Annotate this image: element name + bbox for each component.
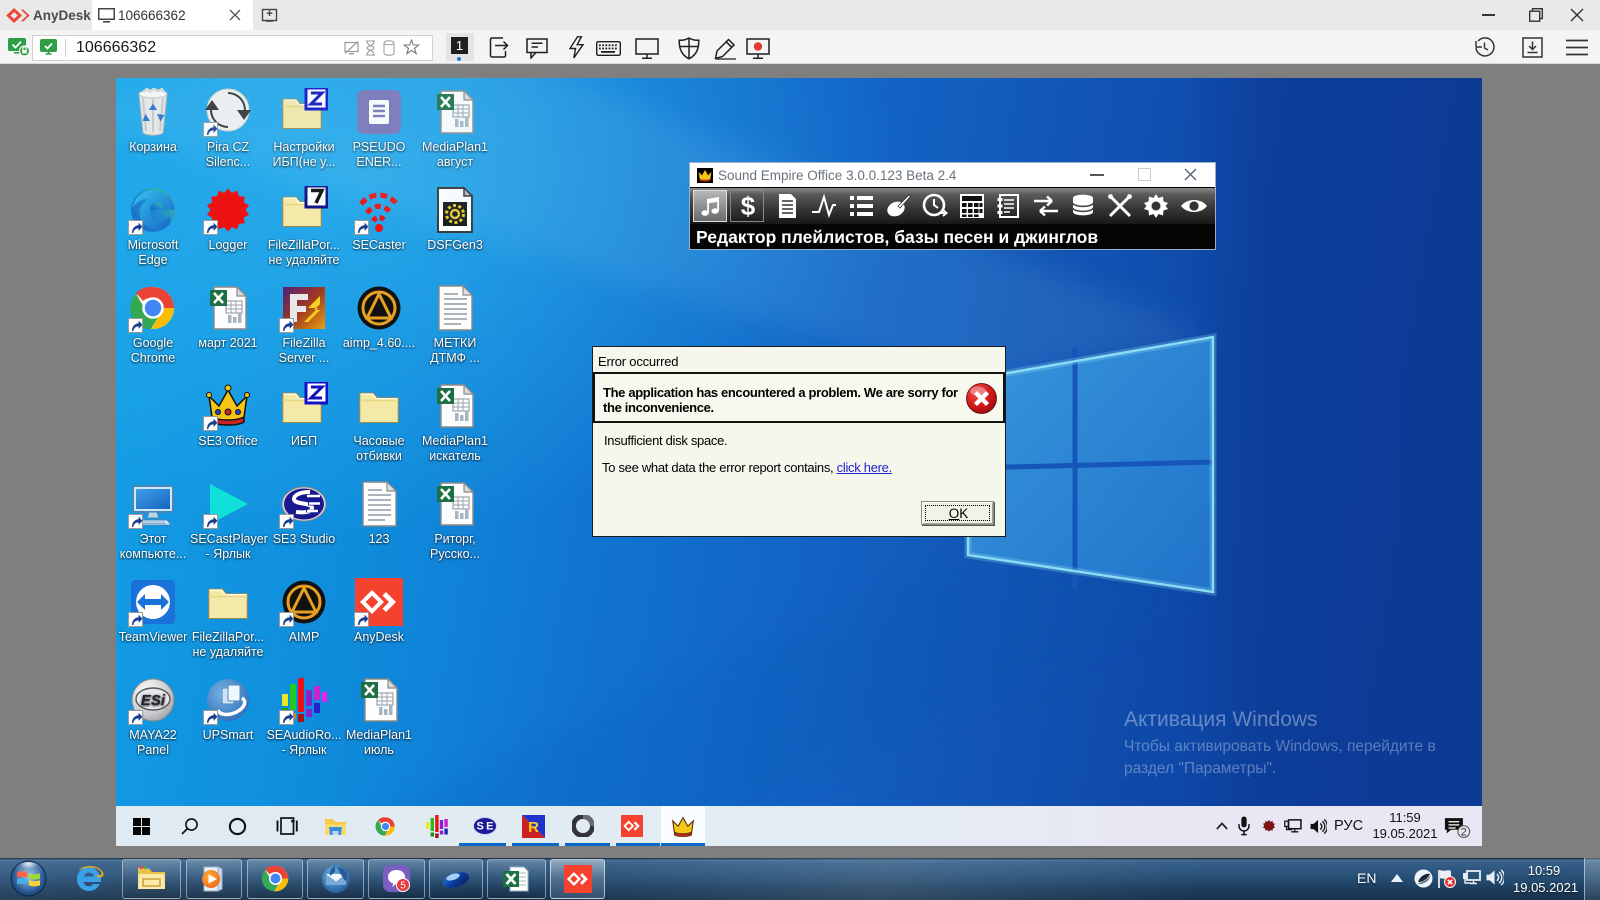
svg-text:5: 5 [400, 881, 406, 892]
svg-text:R: R [528, 819, 539, 836]
svg-text:S E: S E [477, 821, 494, 833]
svg-text:2: 2 [1461, 827, 1467, 839]
svg-text:$: $ [741, 192, 756, 220]
